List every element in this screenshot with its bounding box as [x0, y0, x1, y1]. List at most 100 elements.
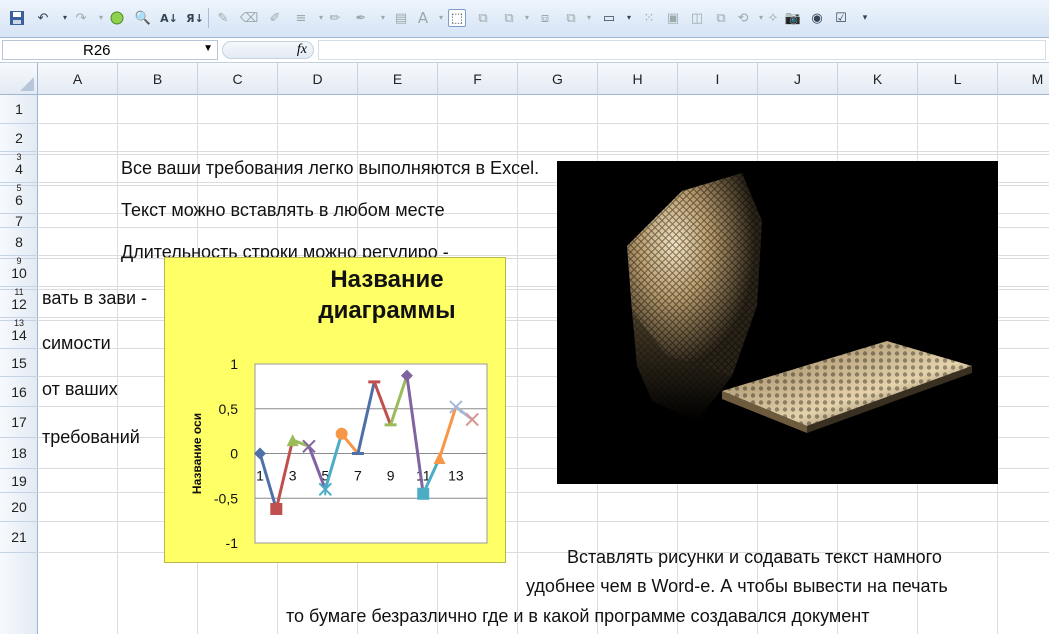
rotate-icon[interactable]: ⟲: [734, 9, 752, 27]
excel-window: ↶ ▾ ↷ ▾ 🔍 A↓ Я↓ ✎ ⌫ ✐ ≡ ▾ ✏ ✒ ▾ ▤ A ▾ ⬚ …: [0, 0, 1049, 634]
inserted-picture[interactable]: [557, 161, 998, 484]
row-header-10[interactable]: 10: [0, 259, 38, 287]
select-all-corner[interactable]: [0, 63, 38, 95]
column-header-l[interactable]: L: [918, 63, 998, 95]
row-header-7[interactable]: 7: [0, 214, 38, 228]
column-header-h[interactable]: H: [598, 63, 678, 95]
column-header-i[interactable]: I: [678, 63, 758, 95]
name-box-value: R26: [83, 42, 111, 59]
column-header-f[interactable]: F: [438, 63, 518, 95]
chart-plot: 10,50-0,5-1Название оси 1 3 5 7 9 11 13: [190, 356, 488, 551]
row-header-4[interactable]: 4: [0, 155, 38, 183]
cell-a14[interactable]: требований: [42, 427, 140, 448]
checkbox-icon[interactable]: ☑: [832, 9, 850, 27]
customize-icon[interactable]: ▾: [856, 9, 874, 27]
x-tick-label: 13: [448, 468, 464, 484]
cell-a12[interactable]: от ваших: [42, 379, 118, 400]
eraser-icon[interactable]: ⌫: [240, 9, 258, 27]
row-header-15[interactable]: 15: [0, 349, 38, 377]
sort-descending-icon[interactable]: Я↓: [186, 9, 204, 27]
x-tick-label: 9: [387, 468, 395, 484]
bring-forward-icon[interactable]: ⧈: [536, 9, 554, 27]
cell-g18[interactable]: Вставлять рисунки и содавать текст намно…: [567, 547, 942, 568]
shape-icon[interactable]: ◫: [688, 9, 706, 27]
select-objects-icon[interactable]: ⬚: [448, 9, 466, 27]
data-point-marker: [270, 502, 283, 515]
formula-bar: R26 ▼ fx: [0, 38, 1049, 63]
column-header-e[interactable]: E: [358, 63, 438, 95]
undo-icon[interactable]: ↶: [34, 9, 52, 27]
row-header-14[interactable]: 14: [0, 321, 38, 349]
column-header-b[interactable]: B: [118, 63, 198, 95]
data-point-marker: [417, 487, 430, 500]
send-backward-dropdown-icon[interactable]: ▾: [580, 9, 598, 27]
line-color-icon[interactable]: ✒: [352, 9, 370, 27]
distribute-icon[interactable]: ▣: [664, 9, 682, 27]
drawing-toolbar: ↶ ▾ ↷ ▾ 🔍 A↓ Я↓ ✎ ⌫ ✐ ≡ ▾ ✏ ✒ ▾ ▤ A ▾ ⬚ …: [0, 0, 1049, 38]
ungroup-icon[interactable]: ⧉: [500, 9, 518, 27]
group-icon[interactable]: ⧉: [474, 9, 492, 27]
camera-icon[interactable]: 📷: [784, 9, 802, 27]
sort-ascending-icon[interactable]: A↓: [160, 9, 178, 27]
x-tick-label: 1: [256, 468, 264, 484]
row-header-2[interactable]: 2: [0, 124, 38, 152]
data-point-marker: [335, 427, 348, 440]
send-backward-icon[interactable]: ⧉: [562, 9, 580, 27]
row-header-17[interactable]: 17: [0, 407, 38, 438]
save-icon[interactable]: [8, 9, 26, 27]
row-header-8[interactable]: 8: [0, 228, 38, 256]
cell-b2[interactable]: Все ваши требования легко выполняются в …: [121, 158, 539, 179]
row-header-12[interactable]: 12: [0, 290, 38, 318]
x-tick-label: 7: [354, 468, 362, 484]
circle-icon[interactable]: [108, 9, 126, 27]
row-header-18[interactable]: 18: [0, 438, 38, 469]
line-color-dropdown-icon[interactable]: ▾: [374, 9, 392, 27]
text-box-icon[interactable]: ▭: [600, 9, 618, 27]
align-icon[interactable]: ⁙: [640, 9, 658, 27]
column-header-m[interactable]: M: [998, 63, 1049, 95]
cell-a8[interactable]: вать в зави -: [42, 288, 147, 309]
y-tick-label: -0,5: [214, 490, 238, 506]
embedded-chart[interactable]: Название диаграммы 1 0,5 0 -0,5 -1 Название о…: [164, 257, 506, 563]
column-headers: ABCDEFGHIJKLM: [0, 63, 1049, 95]
gridline-col: [117, 95, 118, 634]
column-header-k[interactable]: K: [838, 63, 918, 95]
row-header-20[interactable]: 20: [0, 493, 38, 522]
paint-icon[interactable]: ✧: [764, 9, 782, 27]
row-header-21[interactable]: 21: [0, 522, 38, 553]
wordart-icon[interactable]: A: [414, 9, 432, 27]
gradient-icon[interactable]: ▤: [392, 9, 410, 27]
column-header-c[interactable]: C: [198, 63, 278, 95]
chevron-down-icon[interactable]: ▼: [203, 43, 213, 54]
column-header-d[interactable]: D: [278, 63, 358, 95]
print-preview-icon[interactable]: 🔍: [134, 9, 152, 27]
name-box[interactable]: R26 ▼: [2, 40, 218, 60]
text-box-dropdown-icon[interactable]: ▾: [620, 9, 638, 27]
column-header-a[interactable]: A: [38, 63, 118, 95]
y-tick-label: 1: [230, 356, 238, 372]
insert-function-area[interactable]: fx: [222, 41, 314, 59]
y-axis-title: Название оси: [190, 413, 204, 494]
column-header-j[interactable]: J: [758, 63, 838, 95]
lattice-sculpture-image: [627, 173, 972, 433]
gridline-row: [38, 151, 1049, 152]
pen-icon[interactable]: ✐: [266, 9, 284, 27]
formula-input[interactable]: [318, 40, 1046, 60]
insert-function-icon[interactable]: fx: [297, 42, 307, 58]
redo-icon[interactable]: ↷: [72, 9, 90, 27]
copy-shape-icon[interactable]: ⧉: [712, 9, 730, 27]
column-header-g[interactable]: G: [518, 63, 598, 95]
row-header-1[interactable]: 1: [0, 95, 38, 124]
line-style-icon[interactable]: ≡: [292, 9, 310, 27]
pencil-icon[interactable]: ✏: [326, 9, 344, 27]
row-header-6[interactable]: 6: [0, 186, 38, 214]
row-header-19[interactable]: 19: [0, 469, 38, 493]
draw-line-icon[interactable]: ✎: [214, 9, 232, 27]
cell-b4[interactable]: Текст можно вставлять в любом месте: [121, 200, 445, 221]
cell-a10[interactable]: симости: [42, 333, 111, 354]
ungroup-dropdown-icon[interactable]: ▾: [518, 9, 536, 27]
cell-d20[interactable]: то бумаге безразлично где и в какой прог…: [286, 606, 869, 627]
row-header-16[interactable]: 16: [0, 377, 38, 407]
cell-g19[interactable]: удобнее чем в Word-е. А чтобы вывести на…: [526, 576, 948, 597]
radio-button-icon[interactable]: ◉: [808, 9, 826, 27]
